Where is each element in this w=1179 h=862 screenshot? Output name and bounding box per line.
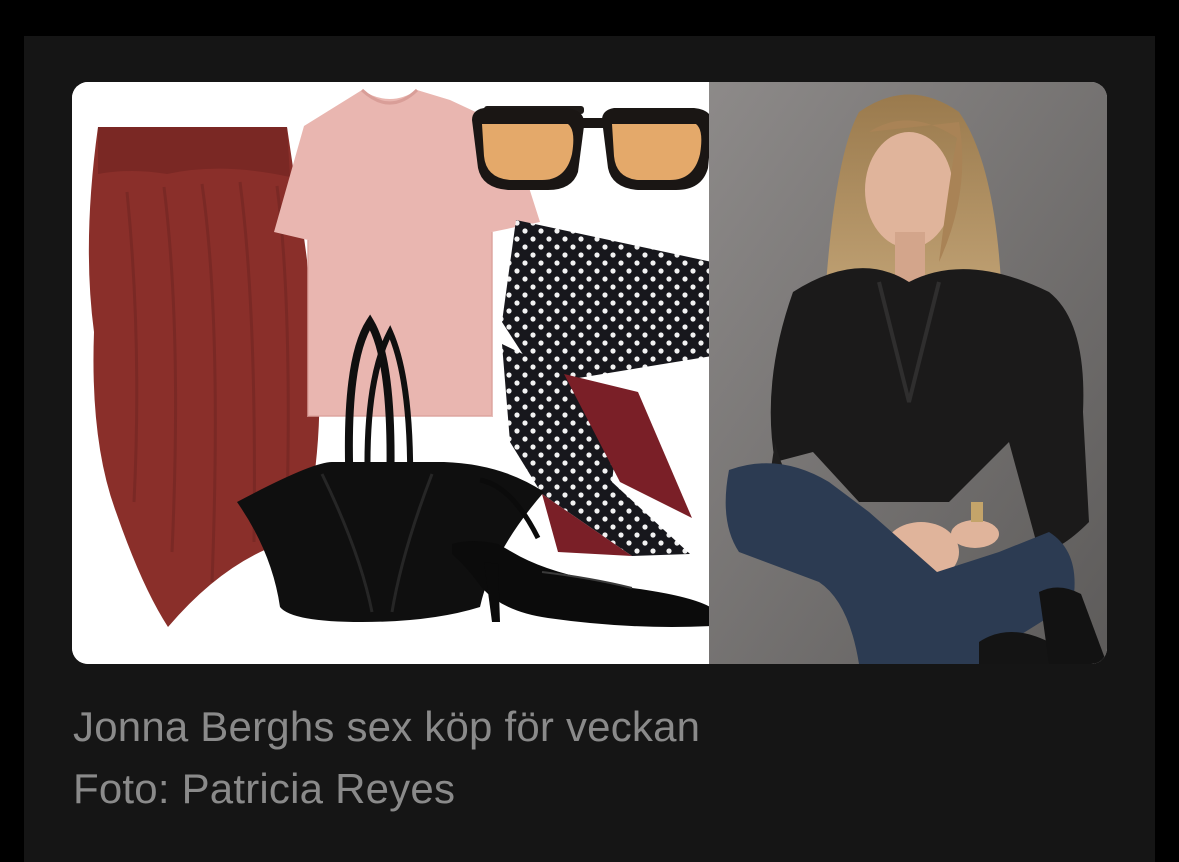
article-image-panel: Jonna Berghs sex köp för veckan Foto: Pa… <box>24 36 1155 862</box>
product-collage <box>72 82 709 664</box>
portrait-photo <box>709 82 1107 664</box>
caption-title: Jonna Berghs sex köp för veckan <box>73 703 701 750</box>
polka-dot-scarf-image <box>502 220 709 556</box>
image-caption: Jonna Berghs sex köp för veckan Foto: Pa… <box>73 696 1133 820</box>
article-image[interactable] <box>72 82 1107 664</box>
tinted-sunglasses-image <box>472 106 709 190</box>
caption-photo-credit: Foto: Patricia Reyes <box>73 765 456 812</box>
